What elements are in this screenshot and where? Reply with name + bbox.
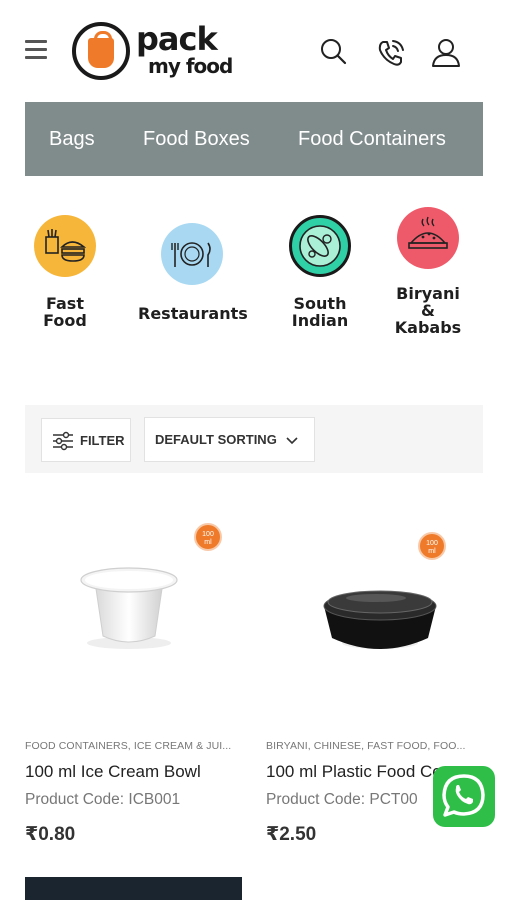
whatsapp-icon: [442, 774, 485, 817]
fast-food-icon: [34, 215, 96, 277]
biryani-icon: [397, 207, 459, 269]
nav-item-food-containers[interactable]: Food Containers: [298, 128, 446, 151]
category-label: Biryani: [396, 284, 460, 303]
category-label: &: [421, 301, 435, 320]
category-fast-food[interactable]: Fast Food: [25, 215, 105, 329]
category-label: Restaurants: [138, 304, 248, 323]
badge-unit: ml: [428, 548, 436, 555]
nav-item-bags[interactable]: Bags: [49, 128, 95, 151]
category-label: Kababs: [394, 318, 462, 337]
product-image[interactable]: [25, 877, 242, 900]
phone-icon[interactable]: [374, 36, 406, 68]
logo-text-myfood: my food: [148, 54, 233, 78]
filter-icon: [53, 431, 73, 451]
restaurant-icon: [161, 223, 223, 285]
size-badge: 100 ml: [194, 523, 222, 551]
category-label: Fast: [46, 294, 84, 313]
product-price: ₹2.50: [266, 824, 317, 845]
filter-button[interactable]: FILTER: [41, 418, 131, 462]
logo-mark: [72, 22, 130, 80]
site-header: pack my food: [0, 0, 507, 102]
sort-dropdown[interactable]: DEFAULT SORTING: [144, 417, 315, 462]
badge-value: 100: [202, 531, 214, 538]
filter-bar: FILTER DEFAULT SORTING: [25, 405, 483, 473]
logo-text-pack: pack: [136, 20, 218, 58]
product-price: ₹0.80: [25, 824, 76, 845]
badge-unit: ml: [204, 539, 212, 546]
product-code: Product Code: PCT00: [266, 791, 418, 808]
south-indian-icon: [289, 215, 351, 277]
size-badge: 100 ml: [418, 532, 446, 560]
product-categories[interactable]: FOOD CONTAINERS, ICE CREAM & JUI...: [25, 740, 245, 752]
nav-item-food-boxes[interactable]: Food Boxes: [143, 128, 250, 151]
logo[interactable]: pack my food: [72, 22, 252, 82]
category-label: South: [293, 294, 347, 313]
chevron-down-icon: [286, 437, 298, 445]
category-restaurants[interactable]: Restaurants: [138, 223, 248, 323]
product-name[interactable]: 100 ml Ice Cream Bowl: [25, 762, 255, 782]
filter-label: FILTER: [80, 433, 125, 448]
whatsapp-button[interactable]: [433, 766, 495, 827]
product-code: Product Code: ICB001: [25, 791, 181, 808]
product-image[interactable]: [266, 510, 486, 710]
category-nav: Bags Food Boxes Food Containers: [25, 102, 483, 176]
category-label: Indian: [291, 311, 349, 330]
category-south-indian[interactable]: South Indian: [280, 215, 360, 329]
category-biryani-kababs[interactable]: Biryani & Kababs: [388, 207, 468, 336]
product-categories[interactable]: BIRYANI, CHINESE, FAST FOOD, FOO...: [266, 740, 486, 752]
sort-label: DEFAULT SORTING: [155, 432, 277, 447]
search-icon[interactable]: [318, 36, 350, 68]
category-label: Food: [43, 311, 87, 330]
user-icon[interactable]: [430, 36, 462, 68]
badge-value: 100: [426, 540, 438, 547]
menu-icon[interactable]: [25, 40, 47, 60]
